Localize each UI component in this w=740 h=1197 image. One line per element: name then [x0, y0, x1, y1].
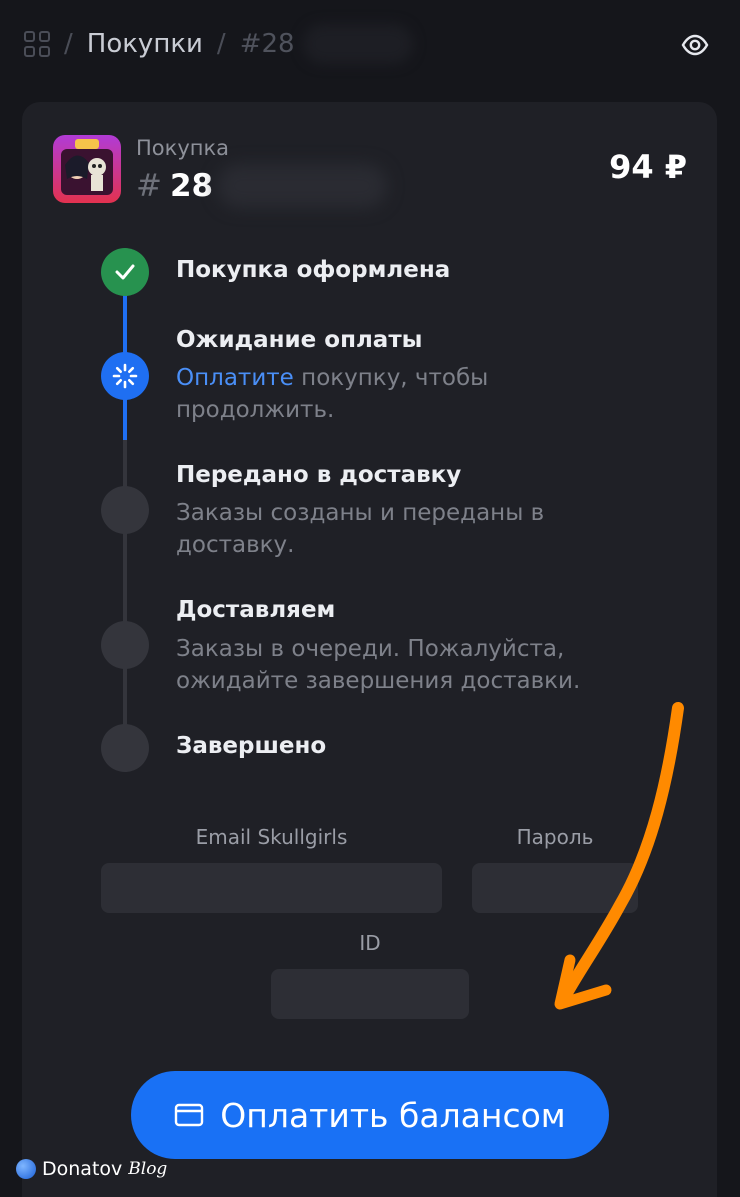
email-field[interactable]: [101, 863, 442, 913]
id-label: ID: [359, 931, 381, 955]
purchase-label: Покупка: [136, 136, 230, 160]
breadcrumb-purchases[interactable]: Покупки: [87, 29, 203, 59]
step-title: Завершено: [176, 733, 327, 759]
breadcrumb: / Покупки / #28: [24, 22, 716, 66]
step-active-marker: [101, 352, 149, 400]
step-description: Заказы в очереди. Пожалуйста, ожидайте з…: [176, 636, 581, 694]
purchase-number-text: 28: [169, 168, 214, 204]
step-title: Ожидание оплаты: [176, 327, 423, 353]
id-field[interactable]: [271, 969, 469, 1019]
hash-sign: #: [136, 168, 162, 204]
redacted-blur: [217, 164, 388, 208]
purchase-price: 94 ₽: [609, 148, 687, 186]
redacted-blur: [302, 24, 413, 64]
donatov-logo-icon: [16, 1159, 36, 1179]
step-title: Покупка оформлена: [176, 257, 451, 283]
pay-with-balance-button[interactable]: Оплатить балансом: [131, 1071, 609, 1159]
purchase-card: Покупка # 28 94 ₽ Покупка оформлена Ожид…: [22, 102, 717, 1197]
watermark: Donatov Blog: [16, 1158, 167, 1180]
step-description: Заказы созданы и переданы в доставку.: [176, 500, 545, 558]
breadcrumb-purchase-id: #28: [239, 29, 295, 59]
step-title: Передано в доставку: [176, 462, 462, 488]
watermark-brand: Donatov: [42, 1158, 123, 1180]
wallet-icon: [175, 1103, 204, 1127]
spinner-icon: [112, 363, 138, 389]
step-done-marker: [101, 248, 149, 296]
watermark-suffix: Blog: [128, 1159, 168, 1179]
breadcrumb-separator: /: [64, 29, 73, 59]
grid-icon[interactable]: [24, 31, 50, 57]
check-icon: [115, 264, 135, 280]
step-pending-marker: [101, 621, 149, 669]
pay-link[interactable]: Оплатите: [176, 365, 294, 391]
password-field[interactable]: [472, 863, 638, 913]
password-label: Пароль: [516, 825, 594, 849]
pay-button-label: Оплатить балансом: [220, 1095, 566, 1135]
purchase-number: # 28: [136, 164, 388, 208]
page: / Покупки / #28 Покупка # 28 94 ₽ Покупк…: [0, 0, 740, 1197]
email-label: Email Skullgirls: [195, 825, 348, 849]
step-title: Доставляем: [176, 597, 336, 623]
eye-icon[interactable]: [680, 30, 710, 60]
step-pending-marker: [101, 486, 149, 534]
step-description: Оплатите покупку, чтобы продолжить.: [176, 362, 626, 426]
breadcrumb-separator: /: [216, 29, 226, 59]
step-pending-marker: [101, 724, 149, 772]
game-icon: [53, 135, 121, 203]
